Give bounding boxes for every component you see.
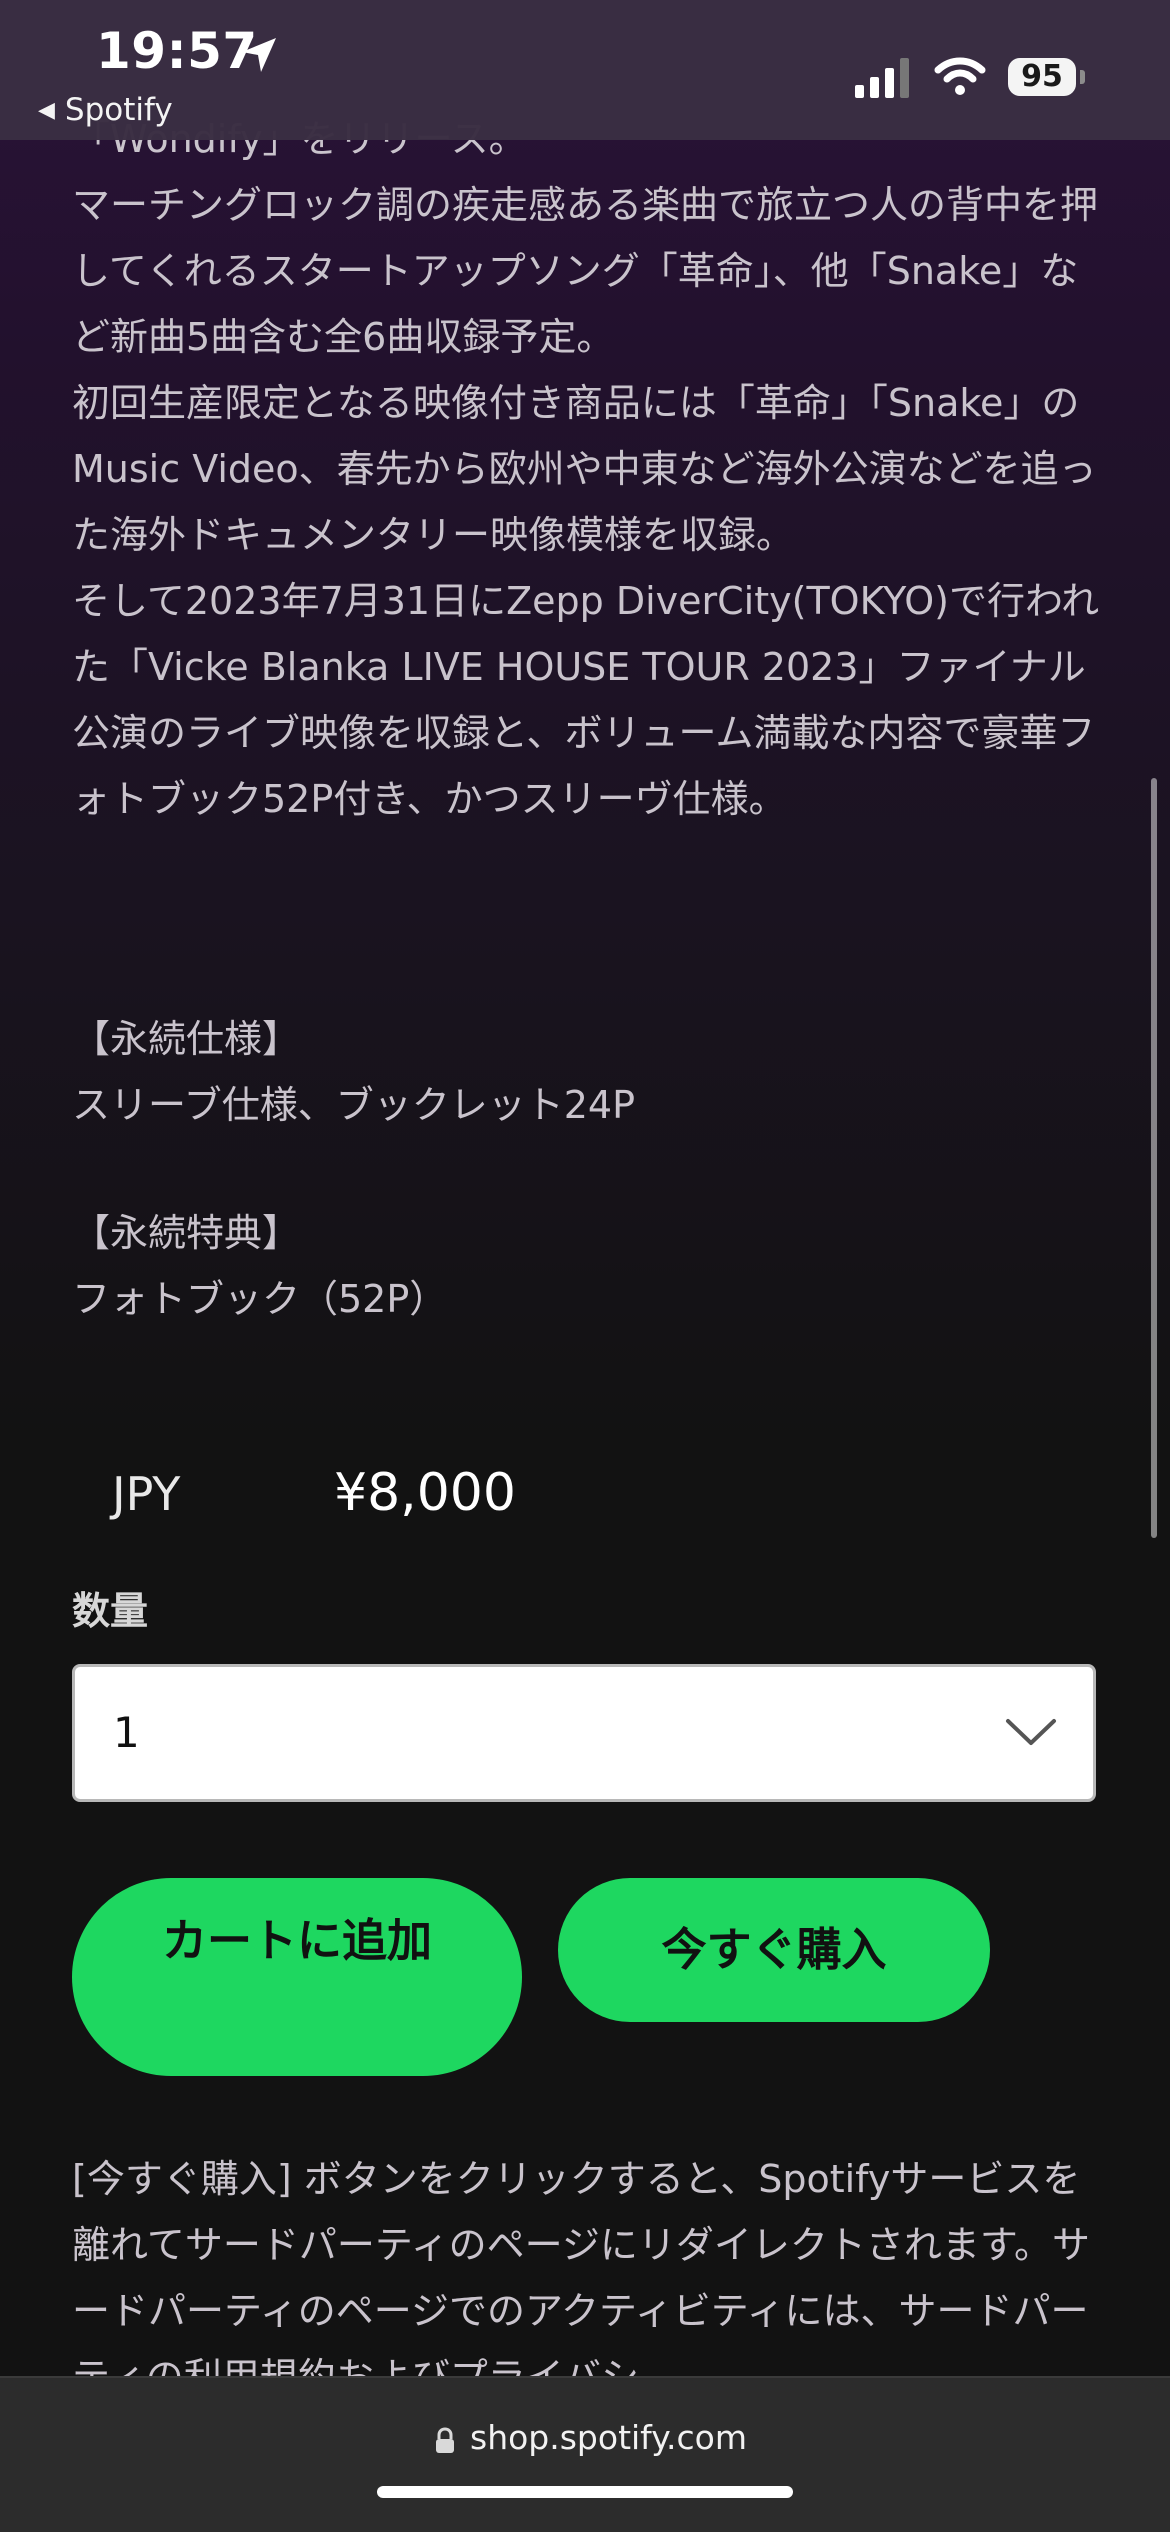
bonus-value: フォトブック（52P） (72, 1277, 448, 1321)
currency-label: JPY (112, 1467, 181, 1521)
price-amount: ¥8,000 (334, 1463, 516, 1523)
permanent-spec-block: 【永続仕様】 スリーブ仕様、ブックレット24P (72, 1006, 1102, 1138)
page-scrollbar[interactable] (1151, 778, 1157, 1538)
add-to-cart-button[interactable]: カートに追加 (72, 1878, 522, 2076)
redirect-notice: [今すぐ購入] ボタンをクリックすると、Spotifyサービスを離れてサードパー… (72, 2157, 1091, 2399)
spec-title: 【永続仕様】 (72, 1017, 301, 1061)
browser-address-bar[interactable]: shop.spotify.com (0, 2376, 1170, 2532)
cellular-signal-icon (855, 58, 909, 98)
permanent-bonus-block: 【永続特典】 フォトブック（52P） (72, 1200, 1102, 1332)
quantity-value: 1 (113, 1708, 140, 1757)
back-triangle-icon: ◀ (38, 98, 55, 123)
back-app-label: Spotify (64, 92, 173, 128)
status-bar: 19:57 ◀ Spotify 95 (0, 0, 1170, 140)
status-time: 19:57 (96, 22, 258, 80)
buy-now-label: 今すぐ購入 (661, 1923, 887, 1976)
add-to-cart-label: カートに追加 (162, 1914, 433, 1967)
quantity-select[interactable]: 1 (72, 1664, 1096, 1802)
location-arrow-icon (242, 38, 276, 72)
battery-indicator: 95 (1008, 58, 1076, 96)
wifi-icon (934, 57, 986, 95)
product-description: 「Wondify」をリリース。 マーチングロック調の疾走感ある楽曲で旅立つ人の背… (72, 106, 1102, 832)
buy-now-button[interactable]: 今すぐ購入 (558, 1878, 990, 2022)
description-paragraph: そして2023年7月31日にZepp DiverCity(TOKYO)で行われた… (72, 579, 1100, 821)
battery-cap-icon (1080, 70, 1085, 84)
address-url: shop.spotify.com (470, 2418, 748, 2457)
lock-icon (436, 2427, 454, 2453)
description-paragraph: マーチングロック調の疾走感ある楽曲で旅立つ人の背中を押してくれるスタートアップソ… (72, 183, 1099, 359)
description-paragraph: 初回生産限定となる映像付き商品には「革命」「Snake」のMusic Video… (72, 381, 1097, 557)
home-indicator[interactable] (377, 2486, 793, 2498)
quantity-label: 数量 (72, 1589, 149, 1633)
spec-value: スリーブ仕様、ブックレット24P (72, 1083, 635, 1127)
chevron-down-icon (1006, 1719, 1056, 1745)
price-row: JPY ¥8,000 (112, 1458, 516, 1529)
back-to-app-button[interactable]: ◀ Spotify (38, 92, 173, 128)
product-specs: 【永続仕様】 スリーブ仕様、ブックレット24P 【永続特典】 フォトブック（52… (72, 1006, 1102, 1332)
bonus-title: 【永続特典】 (72, 1211, 301, 1255)
